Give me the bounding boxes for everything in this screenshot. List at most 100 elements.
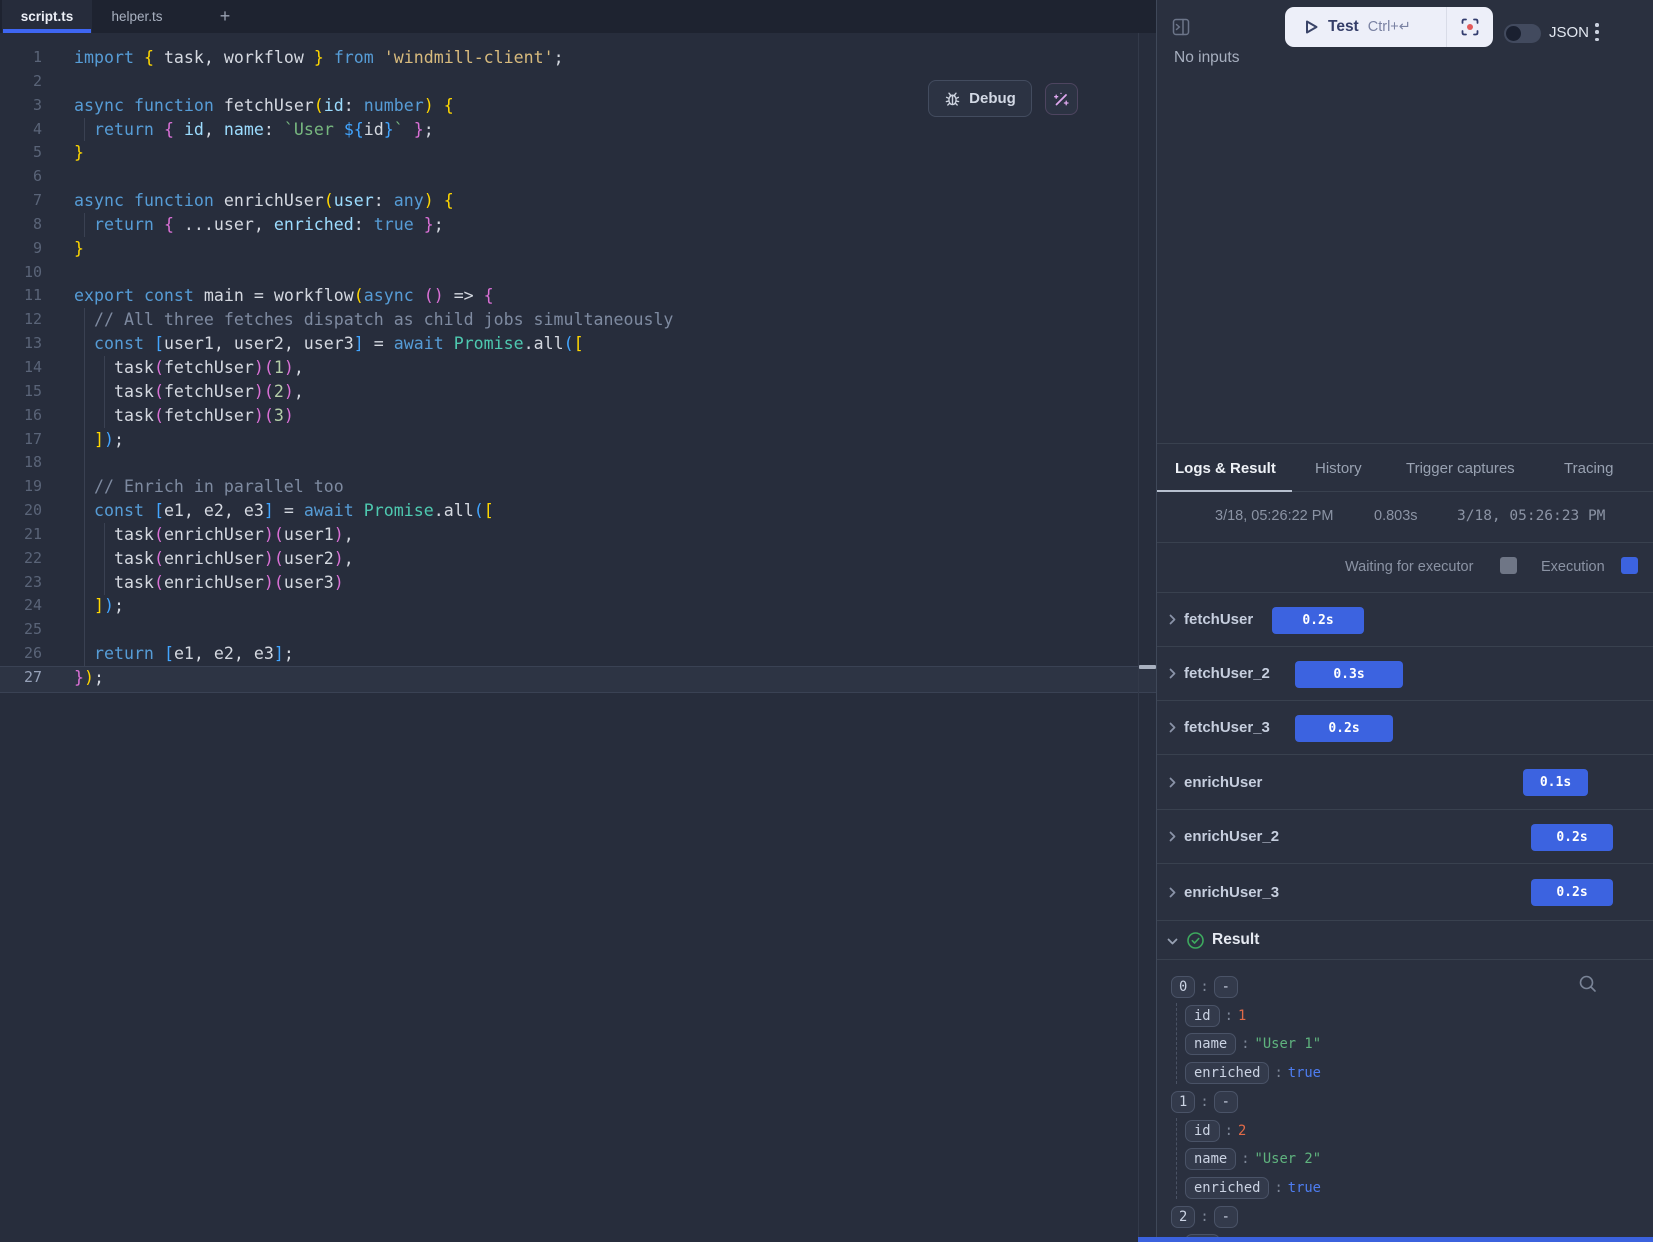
code-line-24[interactable]: 24 ]); (0, 594, 1157, 618)
line-number: 22 (0, 547, 42, 571)
editor-tab-label: helper.ts (111, 9, 162, 24)
code-line-21[interactable]: 21 task(enrichUser)(user1), (0, 523, 1157, 547)
code-line-12[interactable]: 12 // All three fetches dispatch as chil… (0, 308, 1157, 332)
result-row-name[interactable]: name:"User 2" (1185, 1148, 1321, 1171)
new-tab-button[interactable]: + (210, 0, 240, 33)
code-line-14[interactable]: 14 task(fetchUser)(1), (0, 356, 1157, 380)
code-line-16[interactable]: 16 task(fetchUser)(3) (0, 404, 1157, 428)
result-key[interactable]: id (1185, 1120, 1220, 1142)
chevron-right-icon[interactable] (1166, 830, 1179, 843)
ai-assistant-button[interactable] (1045, 83, 1078, 115)
code-editor[interactable]: 1import { task, workflow } from 'windmil… (0, 33, 1157, 1242)
code-line-22[interactable]: 22 task(enrichUser)(user2), (0, 547, 1157, 571)
indent-guide (84, 118, 85, 142)
json-toggle[interactable] (1504, 24, 1541, 43)
editor-tabbar: script.ts helper.ts + (0, 0, 1157, 33)
result-key[interactable]: id (1185, 1005, 1220, 1027)
execution-duration-bar[interactable]: 0.2s (1531, 824, 1613, 851)
code-line-15[interactable]: 15 task(fetchUser)(2), (0, 380, 1157, 404)
execution-duration-bar[interactable]: 0.2s (1272, 607, 1364, 634)
result-key[interactable]: 1 (1171, 1091, 1195, 1113)
code-line-9[interactable]: 9} (0, 237, 1157, 261)
legend-label: Waiting for executor (1345, 559, 1473, 575)
result-key[interactable]: 2 (1171, 1206, 1195, 1228)
chevron-right-icon[interactable] (1166, 721, 1179, 734)
code-line-18[interactable]: 18 (0, 451, 1157, 475)
result-key[interactable]: name (1185, 1148, 1236, 1170)
result-row-name[interactable]: name:"User 1" (1185, 1033, 1321, 1056)
timeline-legend: Waiting for executorExecution (1157, 543, 1653, 592)
execution-duration-bar[interactable]: 0.2s (1531, 879, 1613, 906)
result-row-id[interactable]: id:1 (1185, 1005, 1246, 1028)
line-number: 10 (0, 261, 42, 285)
panel-tab-tracing[interactable]: Tracing (1564, 444, 1613, 492)
code-line-1[interactable]: 1import { task, workflow } from 'windmil… (0, 46, 1157, 70)
panel-tab-history[interactable]: History (1315, 444, 1362, 492)
line-number: 6 (0, 165, 42, 189)
code-line-11[interactable]: 11export const main = workflow(async () … (0, 284, 1157, 308)
code-line-5[interactable]: 5} (0, 141, 1157, 165)
line-number: 23 (0, 571, 42, 595)
code-line-27[interactable]: 27}); (0, 666, 1157, 690)
code-line-26[interactable]: 26 return [e1, e2, e3]; (0, 642, 1157, 666)
code-line-19[interactable]: 19 // Enrich in parallel too (0, 475, 1157, 499)
collapse-toggle[interactable]: - (1214, 1206, 1238, 1228)
line-number: 2 (0, 70, 42, 94)
capture-run-button[interactable] (1447, 7, 1493, 47)
code-line-23[interactable]: 23 task(enrichUser)(user3) (0, 571, 1157, 595)
indent-guide (84, 213, 85, 237)
result-row-0[interactable]: 0:- (1171, 976, 1238, 999)
code-line-17[interactable]: 17 ]); (0, 428, 1157, 452)
result-section-header[interactable]: Result (1157, 920, 1653, 960)
editor-tab-script.ts[interactable]: script.ts (2, 0, 92, 33)
result-row-1[interactable]: 1:- (1171, 1091, 1238, 1114)
code-line-4[interactable]: 4 return { id, name: `User ${id}` }; (0, 118, 1157, 142)
timeline-row-fetchUser[interactable]: fetchUser0.2s (1157, 592, 1653, 646)
result-key[interactable]: enriched (1185, 1177, 1269, 1199)
more-options-icon[interactable] (1593, 23, 1601, 41)
execution-duration-bar[interactable]: 0.2s (1295, 715, 1393, 742)
collapse-panel-icon[interactable] (1172, 18, 1190, 36)
chevron-right-icon[interactable] (1166, 886, 1179, 899)
chevron-right-icon[interactable] (1166, 613, 1179, 626)
test-button[interactable]: Test Ctrl+↵ (1285, 7, 1446, 47)
editor-tab-helper.ts[interactable]: helper.ts (92, 0, 182, 33)
timeline-row-enrichUser_2[interactable]: enrichUser_20.2s (1157, 809, 1653, 863)
result-row-enriched[interactable]: enriched:true (1185, 1062, 1321, 1085)
execution-duration-bar[interactable]: 0.1s (1523, 769, 1588, 796)
result-row-id[interactable]: id:2 (1185, 1120, 1246, 1143)
panel-tab-trigger-captures[interactable]: Trigger captures (1406, 444, 1515, 492)
toggle-knob (1506, 26, 1521, 41)
timeline-row-fetchUser_2[interactable]: fetchUser_20.3s (1157, 646, 1653, 700)
result-key[interactable]: enriched (1185, 1062, 1269, 1084)
result-key[interactable]: 0 (1171, 976, 1195, 998)
editor-scrollbar-track[interactable] (1138, 33, 1139, 1242)
debug-button[interactable]: Debug (928, 80, 1032, 117)
chevron-right-icon[interactable] (1166, 776, 1179, 789)
collapse-toggle[interactable]: - (1214, 976, 1238, 998)
result-row-2[interactable]: 2:- (1171, 1206, 1238, 1229)
json-indent-guide (1176, 1003, 1177, 1084)
line-number: 1 (0, 46, 42, 70)
code-line-8[interactable]: 8 return { ...user, enriched: true }; (0, 213, 1157, 237)
code-line-10[interactable]: 10 (0, 261, 1157, 285)
code-line-13[interactable]: 13 const [user1, user2, user3] = await P… (0, 332, 1157, 356)
timeline-row-fetchUser_3[interactable]: fetchUser_30.2s (1157, 700, 1653, 754)
collapse-toggle[interactable]: - (1214, 1091, 1238, 1113)
timeline-row-enrichUser_3[interactable]: enrichUser_30.2s (1157, 863, 1653, 920)
code-line-7[interactable]: 7async function enrichUser(user: any) { (0, 189, 1157, 213)
legend-color-swatch (1500, 557, 1517, 574)
code-line-6[interactable]: 6 (0, 165, 1157, 189)
test-button-group: Test Ctrl+↵ (1285, 7, 1493, 47)
result-row-enriched[interactable]: enriched:true (1185, 1177, 1321, 1200)
code-line-20[interactable]: 20 const [e1, e2, e3] = await Promise.al… (0, 499, 1157, 523)
indent-guide (104, 523, 105, 595)
execution-duration-bar[interactable]: 0.3s (1295, 661, 1403, 688)
chevron-right-icon[interactable] (1166, 667, 1179, 680)
panel-tab-logs-result[interactable]: Logs & Result (1175, 444, 1276, 492)
result-value: "User 2" (1255, 1151, 1321, 1167)
search-result-icon[interactable] (1577, 973, 1599, 995)
result-key[interactable]: name (1185, 1033, 1236, 1055)
timeline-row-enrichUser[interactable]: enrichUser0.1s (1157, 754, 1653, 809)
code-line-25[interactable]: 25 (0, 618, 1157, 642)
